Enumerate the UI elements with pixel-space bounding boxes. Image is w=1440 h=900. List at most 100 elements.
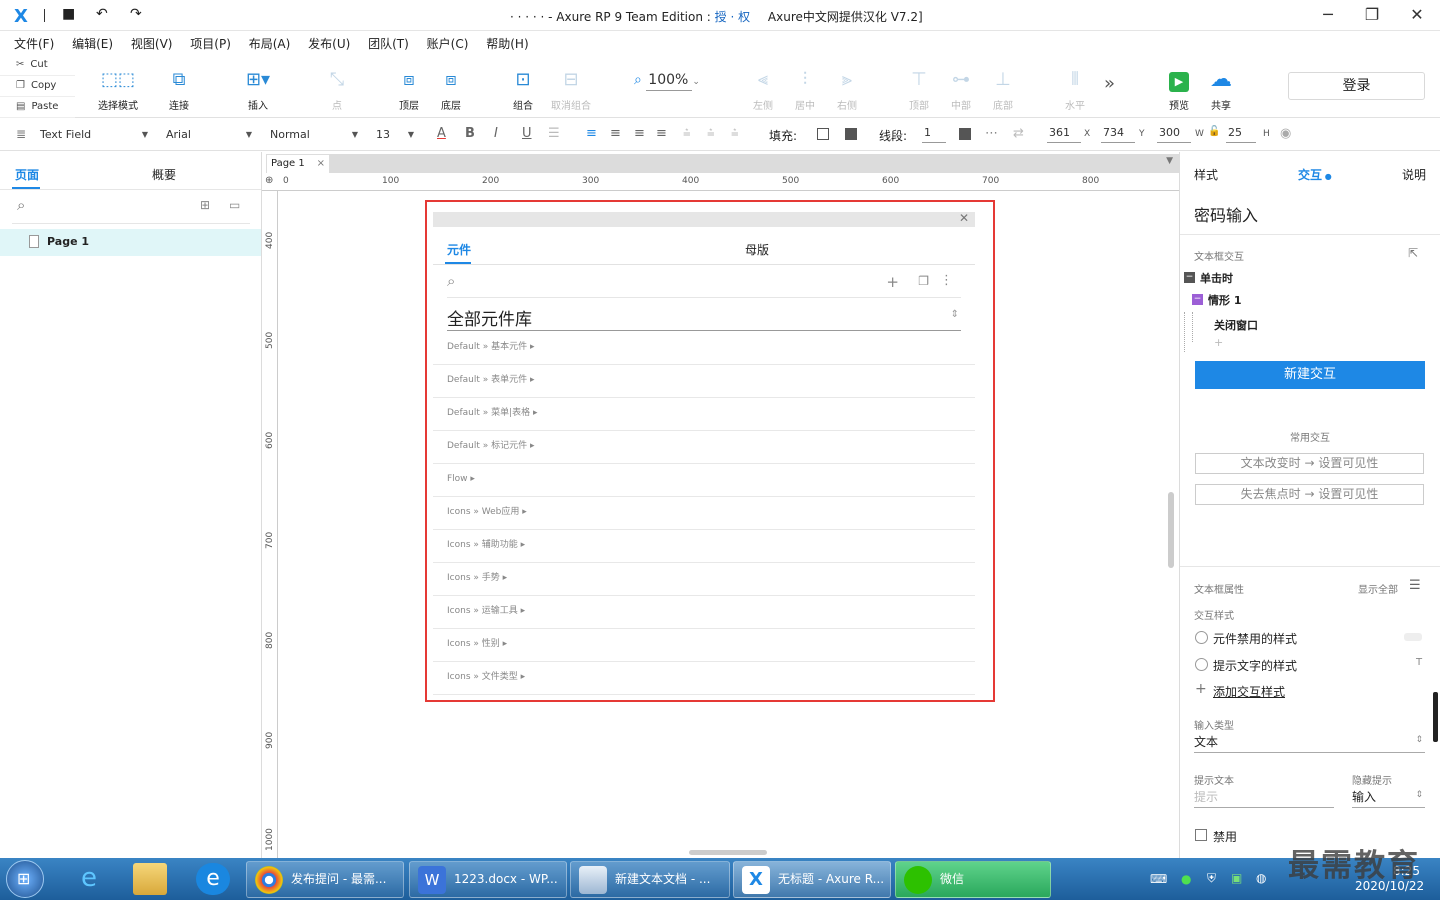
library-item[interactable]: Flow ▸ [433,464,975,497]
taskbar-task-wechat[interactable]: 微信 [895,861,1051,898]
event-onclick[interactable]: 单击时 [1200,270,1233,286]
close-button[interactable]: ✕ [1402,5,1432,24]
library-item[interactable]: Default » 表单元件 ▸ [433,365,975,398]
menu-arrange[interactable]: 布局(A) [249,31,291,52]
bold-icon[interactable]: B [465,126,475,141]
search-icon[interactable]: ⌕ [447,272,455,290]
minimize-button[interactable]: ─ [1313,5,1343,24]
common-interaction-button[interactable]: 失去焦点时 → 设置可见性 [1195,484,1424,505]
hide-hint-select[interactable]: 输入 ⇕ [1352,788,1425,808]
menu-team[interactable]: 团队(T) [368,31,409,52]
library-item[interactable]: Icons » 文件类型 ▸ [433,662,975,695]
text-align-left-icon[interactable]: ≡ [586,126,597,141]
widget-name[interactable]: 密码输入 [1194,202,1258,226]
vertical-scrollbar[interactable] [1168,492,1174,568]
valign-bottom-icon[interactable]: ⩮ [731,126,739,141]
point-button[interactable]: ⤡ 点 [309,55,365,112]
add-folder-icon[interactable]: ▭ [229,198,240,212]
close-tab-icon[interactable]: × [317,155,325,173]
line-pattern-icon[interactable]: ⋯ [985,126,998,141]
login-button[interactable]: 登录 [1288,72,1425,100]
search-icon[interactable]: ⌕ [17,196,25,214]
more-options-icon[interactable]: ⋮ [940,273,953,288]
input-type-select[interactable]: 文本 ⇕ [1194,733,1425,753]
menu-project[interactable]: 项目(P) [190,31,231,52]
font-style-select[interactable]: Normal ▼ [270,125,362,145]
arrow-style-icon[interactable]: ⇄ [1013,126,1024,141]
y-input[interactable]: 734 [1101,126,1135,143]
paste-button[interactable]: ▤ Paste [0,97,75,118]
menu-account[interactable]: 账户(C) [427,31,469,52]
close-icon[interactable]: ✕ [959,211,969,225]
taskbar-task-chrome[interactable]: 发布提问 - 最需... [246,861,404,898]
distribute-horizontal-button[interactable]: ⫴ 水平 [1047,55,1103,112]
horizontal-scrollbar[interactable] [689,850,767,855]
ie-icon[interactable]: e [72,863,106,895]
bullet-list-icon[interactable]: ☰ [548,126,560,141]
menu-icon[interactable]: ☰ [1409,578,1421,593]
x-input[interactable]: 361 [1047,126,1081,143]
lock-icon[interactable]: 🔓 [1208,126,1220,137]
height-input[interactable]: 25 [1226,126,1256,143]
share-button[interactable]: ☁ 共享 [1193,55,1249,112]
browser-icon[interactable]: e [196,863,230,895]
duplicate-library-icon[interactable]: ❐ [918,274,929,288]
widget-type-select[interactable]: Text Field ▼ [40,125,152,145]
library-item[interactable]: Default » 基本元件 ▸ [433,332,975,365]
library-item[interactable]: Icons » 运输工具 ▸ [433,596,975,629]
nvidia-icon[interactable]: ▣ [1231,871,1242,885]
new-interaction-button[interactable]: 新建交互 [1195,361,1425,389]
library-item[interactable]: Default » 标记元件 ▸ [433,431,975,464]
add-page-icon[interactable]: ⊞ [200,198,210,212]
collapse-icon[interactable]: − [1192,294,1203,305]
underline-icon[interactable]: U [522,126,532,141]
add-action-button[interactable]: + [1214,336,1223,349]
zoom-control[interactable]: ⌕ 100% ⌄ [634,72,700,91]
collapse-icon[interactable]: − [1184,272,1195,283]
taskbar-task-wps[interactable]: W 1223.docx - WP... [409,861,567,898]
start-button[interactable]: ⊞ [6,860,44,898]
shadow-swatch[interactable] [845,128,857,140]
library-item[interactable]: Icons » 性别 ▸ [433,629,975,662]
disabled-checkbox[interactable] [1195,829,1207,841]
taskbar-task-axure[interactable]: X 无标题 - Axure R... [733,861,891,898]
show-all-link[interactable]: 显示全部 [1358,581,1398,596]
menu-file[interactable]: 文件(F) [14,31,54,52]
select-mode-button[interactable]: ⬚⬚ 选择模式 [90,55,146,112]
library-item[interactable]: Icons » Web应用 ▸ [433,497,975,530]
more-tools-button[interactable]: » [1104,73,1115,94]
tab-interactions[interactable]: 交互 ● [1298,166,1332,183]
tab-masters[interactable]: 母版 [745,241,769,258]
add-interaction-style-link[interactable]: 添加交互样式 [1213,683,1285,700]
file-explorer-icon[interactable] [133,863,167,895]
add-library-icon[interactable]: + [886,273,899,291]
tab-pages[interactable]: 页面 [15,166,39,183]
maximize-button[interactable]: ❐ [1357,5,1387,24]
qq-icon[interactable]: ◍ [1256,871,1266,885]
tab-style[interactable]: 样式 [1194,166,1218,183]
align-bottom-button[interactable]: ⊥ 底部 [975,55,1031,112]
page-tree-item[interactable]: Page 1 [0,229,261,256]
disabled-style-option[interactable]: 元件禁用的样式 [1213,630,1297,647]
action-close-window[interactable]: 关闭窗口 [1214,317,1258,333]
text-justify-icon[interactable]: ≡ [656,126,667,141]
font-color-icon[interactable]: A [437,126,446,141]
font-size-select[interactable]: 13 ▼ [376,125,418,145]
line-color-swatch[interactable] [959,128,971,140]
library-panel-header[interactable]: ✕ [433,211,975,227]
fill-color-swatch[interactable] [817,128,829,140]
tab-widgets[interactable]: 元件 [447,241,471,258]
insert-button[interactable]: ⊞▾ 插入 [230,55,286,112]
library-item[interactable]: Icons » 手势 ▸ [433,563,975,596]
line-width-input[interactable]: 1 [922,126,946,143]
menu-edit[interactable]: 编辑(E) [72,31,113,52]
text-align-center-icon[interactable]: ≡ [610,126,621,141]
menu-view[interactable]: 视图(V) [131,31,173,52]
library-select[interactable]: 全部元件库 ⇕ [447,305,961,331]
library-search[interactable]: ⌕ + ❐ ⋮ [447,270,961,298]
undo-icon[interactable]: ↶ [96,6,108,22]
common-interaction-button[interactable]: 文本改变时 → 设置可见性 [1195,453,1424,474]
style-radio-icon[interactable] [1195,658,1208,671]
valign-top-icon[interactable]: ⩮ [683,126,691,141]
tab-notes[interactable]: 说明 [1402,166,1426,183]
